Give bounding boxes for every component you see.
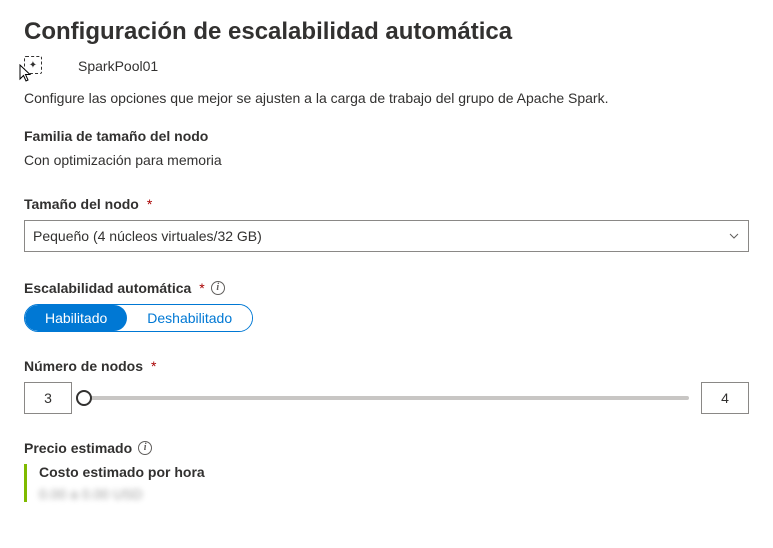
- autoscale-toggle: Habilitado Deshabilitado: [24, 304, 253, 332]
- family-label: Familia de tamaño del nodo: [24, 128, 749, 144]
- info-icon[interactable]: i: [211, 281, 225, 295]
- spark-pool-icon: ✦: [24, 56, 42, 74]
- node-count-slider-row: 3 4: [24, 382, 749, 414]
- info-icon[interactable]: i: [138, 441, 152, 455]
- chevron-down-icon: [728, 230, 740, 242]
- description-text: Configure las opciones que mejor se ajus…: [24, 90, 749, 106]
- autoscale-disabled-option[interactable]: Deshabilitado: [127, 305, 252, 331]
- price-label: Precio estimado i: [24, 440, 749, 456]
- node-count-min-input[interactable]: 3: [24, 382, 72, 414]
- slider-thumb[interactable]: [76, 390, 92, 406]
- page-title: Configuración de escalabilidad automátic…: [24, 18, 749, 46]
- node-count-slider[interactable]: [84, 396, 689, 400]
- required-star: *: [147, 196, 152, 212]
- autoscale-enabled-option[interactable]: Habilitado: [25, 305, 127, 331]
- autoscale-label: Escalabilidad automática* i: [24, 280, 749, 296]
- price-value: 0.00 a 0.00 USD: [39, 486, 749, 502]
- family-value: Con optimización para memoria: [24, 152, 749, 168]
- node-count-max-input[interactable]: 4: [701, 382, 749, 414]
- node-size-label: Tamaño del nodo*: [24, 196, 749, 212]
- price-row-label: Costo estimado por hora: [39, 464, 749, 480]
- required-star: *: [151, 358, 156, 374]
- node-size-dropdown[interactable]: Pequeño (4 núcleos virtuales/32 GB): [24, 220, 749, 252]
- pool-name: SparkPool01: [78, 58, 158, 74]
- node-count-label: Número de nodos*: [24, 358, 749, 374]
- required-star: *: [199, 280, 204, 296]
- node-size-selected: Pequeño (4 núcleos virtuales/32 GB): [33, 228, 262, 244]
- pool-header: ✦ SparkPool01: [24, 56, 749, 76]
- price-block: Costo estimado por hora 0.00 a 0.00 USD: [24, 464, 749, 502]
